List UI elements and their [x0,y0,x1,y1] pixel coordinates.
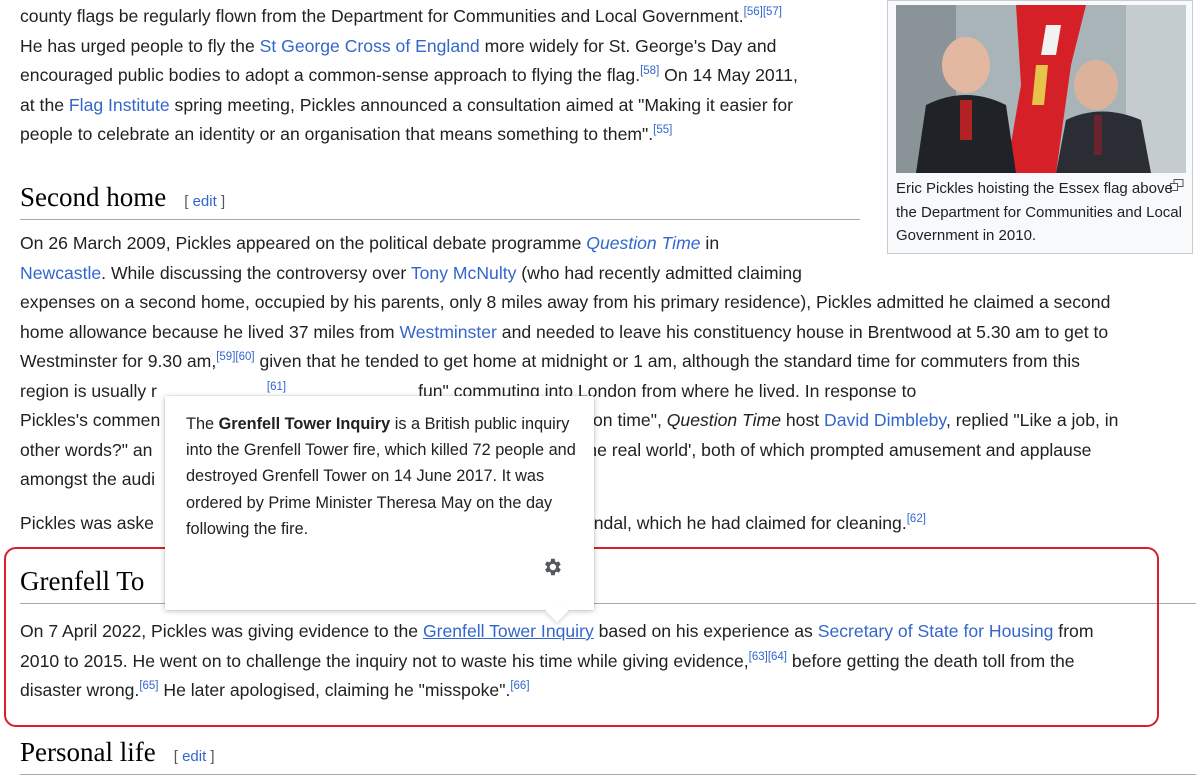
gear-icon[interactable] [541,556,563,578]
text: On 26 March 2009, Pickles appeared on th… [20,233,587,253]
text: Westminster for 9.30 am, [20,351,217,371]
text: , replied "Like a job, in [945,410,1119,430]
text: ] on time", [583,410,667,430]
text: On 14 May 2011, [659,65,798,85]
italic-text: Question Time [666,410,781,430]
text: He has urged people to fly the [20,35,260,56]
citation[interactable]: [62] [907,513,926,525]
link-newcastle[interactable]: Newcastle [20,263,101,283]
text: 2010 to 2015. He went on to challenge th… [20,650,749,671]
link-st-george-cross[interactable]: St George Cross of England [260,36,480,56]
text: . While discussing the controversy over [101,262,411,283]
text: spring meeting, Pickles announced a cons… [169,94,793,115]
bracket: ] [220,193,226,210]
link-westminster[interactable]: Westminster [399,322,496,342]
text: based on his experience as [593,621,818,641]
text: Pickles was aske [20,513,154,533]
citation[interactable]: [55] [653,124,672,136]
section-heading-personal-life: Personal life [ edit ] [20,737,1196,775]
link-question-time[interactable]: Question Time [586,233,700,253]
image-thumbnail: Eric Pickles hoisting the Essex flag abo… [887,0,1193,254]
text: county flags be regularly flown from the… [20,6,744,26]
text: disaster wrong. [20,680,140,700]
edit-link-wrapper: [ edit ] [174,748,215,765]
heading-text: Second home [20,182,167,212]
photo-illustration [896,5,1186,173]
text: region is usually r [20,380,157,401]
text: people to celebrate an identity or an or… [20,124,654,144]
text: at the [20,94,69,115]
edit-link-wrapper: [ edit ] [184,193,225,210]
text: other words?" an [20,439,153,460]
citation[interactable]: [59][60] [216,351,254,363]
preview-text[interactable]: The Grenfell Tower Inquiry is a British … [186,411,576,542]
text: more widely for St. George's Day and [479,35,777,56]
flags-paragraph: county flags be regularly flown from the… [20,2,880,150]
citation[interactable]: [61] [267,381,286,393]
link-grenfell-tower-inquiry[interactable]: Grenfell Tower Inquiry [423,621,594,641]
text: from [1053,621,1094,641]
text: On 7 April 2022, Pickles was giving evid… [20,621,423,641]
bracket: ] [210,748,215,765]
section-heading-second-home: Second home [ edit ] [20,182,860,220]
bracket: [ [184,193,189,210]
text: encouraged public bodies to adopt a comm… [20,65,641,85]
text: home allowance because he lived 37 miles… [20,321,400,342]
text: He later apologised, claiming he "misspo… [158,680,511,700]
text: host [781,410,825,430]
image-caption: Eric Pickles hoisting the Essex flag abo… [896,180,1182,244]
text: (who had recently admitted claiming [516,262,802,283]
heading-text: Grenfell To [20,566,145,596]
bracket: [ [173,748,178,765]
link-tony-mcnulty[interactable]: Tony McNulty [411,263,517,283]
page-preview-popup[interactable]: The Grenfell Tower Inquiry is a British … [165,396,594,623]
text: Pickles's commen [20,410,161,430]
text: in [700,233,720,253]
heading-text: Personal life [20,737,156,767]
citation[interactable]: [63][64] [749,651,787,663]
text: the real world', both of which prompted … [582,439,1092,460]
bold-title: Grenfell Tower Inquiry [218,415,391,433]
preview-footer [165,542,594,610]
link-secretary-of-state-housing[interactable]: Secretary of State for Housing [818,621,1054,641]
link-david-dimbleby[interactable]: David Dimbleby [824,410,946,430]
text: andal, which he had claimed for cleaning… [583,513,907,533]
link-flag-institute[interactable]: Flag Institute [69,95,170,115]
text: before getting the death toll from the [787,650,1075,671]
text: given that he tended to get home at midn… [254,351,1080,371]
text: expenses on a second home, occupied by h… [20,292,1111,312]
text-fade [466,516,576,542]
edit-section-link[interactable]: edit [193,193,217,210]
text: and needed to leave his constituency hou… [496,321,1109,342]
text: The [186,415,219,433]
citation[interactable]: [56][57] [744,6,782,18]
photo-flag-hoisting[interactable] [896,5,1186,173]
grenfell-paragraph: On 7 April 2022, Pickles was giving evid… [20,617,1180,706]
citation[interactable]: [65] [139,680,158,692]
citation[interactable]: [66] [510,680,529,692]
edit-section-link[interactable]: edit [182,748,206,765]
citation[interactable]: [58] [640,65,659,77]
